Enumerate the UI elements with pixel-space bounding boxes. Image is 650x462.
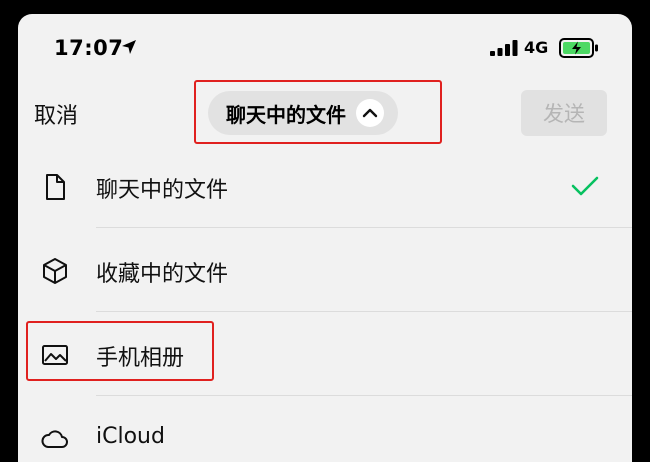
app-screen: 17:07 4G 取消 聊天中的文件 发送 聊天中的文件 收藏中的文件 手机相册… [18, 14, 632, 462]
list-item-icloud[interactable]: iCloud [18, 396, 632, 462]
cloud-icon [41, 430, 68, 448]
status-bar: 17:07 4G [18, 14, 632, 80]
chevron-up-icon [362, 108, 378, 118]
file-source-dropdown[interactable]: 聊天中的文件 [208, 91, 398, 135]
document-icon [46, 174, 65, 200]
battery-charging-icon [559, 38, 598, 58]
list-item-favorite-files[interactable]: 收藏中的文件 [18, 228, 632, 312]
list-item-phone-album[interactable]: 手机相册 [18, 312, 632, 396]
list-item-label: 收藏中的文件 [96, 262, 229, 287]
signal-bars-icon [490, 40, 518, 56]
cube-icon [43, 258, 67, 284]
checkmark-icon [571, 176, 599, 196]
photo-icon [42, 345, 68, 365]
list-item-chat-files[interactable]: 聊天中的文件 [18, 144, 632, 228]
list-item-label: 聊天中的文件 [96, 178, 229, 203]
location-arrow-icon [122, 40, 136, 54]
chevron-container [356, 99, 384, 127]
list-item-label: iCloud [96, 424, 165, 449]
list-item-label: 手机相册 [96, 346, 185, 371]
dropdown-title: 聊天中的文件 [226, 102, 346, 127]
send-button[interactable]: 发送 [521, 90, 607, 136]
cancel-button[interactable]: 取消 [34, 98, 78, 130]
navigation-bar: 取消 聊天中的文件 发送 [18, 80, 632, 144]
network-type: 4G [524, 38, 549, 57]
file-source-list: 聊天中的文件 收藏中的文件 手机相册 iCloud [18, 144, 632, 462]
status-time: 17:07 [54, 36, 124, 60]
